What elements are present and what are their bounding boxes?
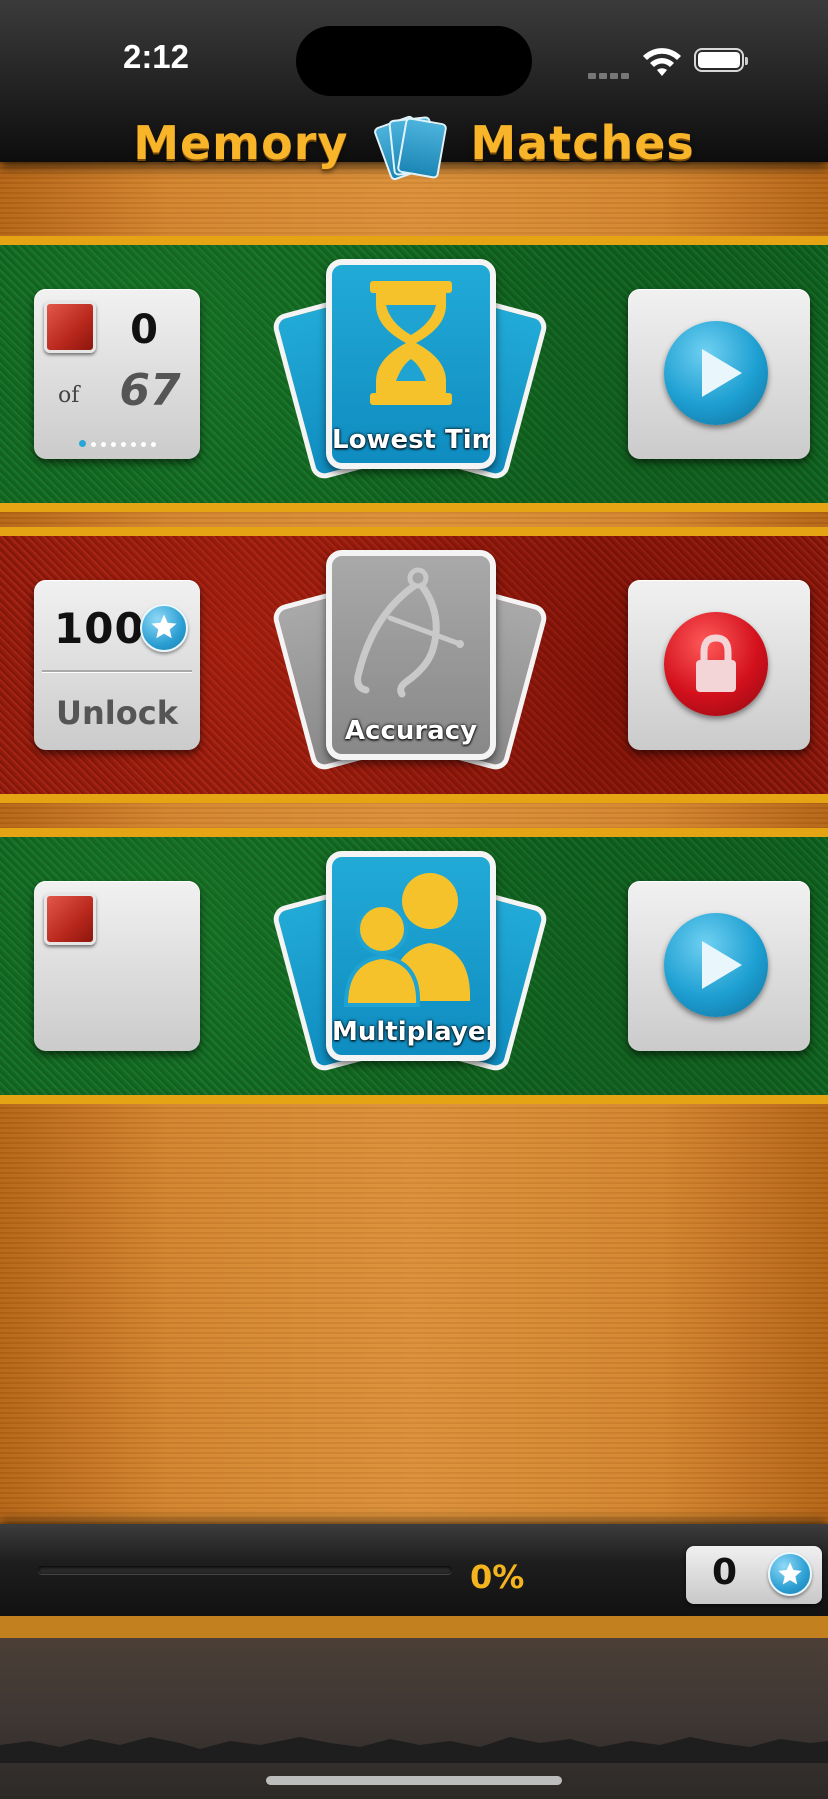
star-count: 0 (712, 1552, 738, 1593)
logo-text-memory: Memory (133, 116, 349, 170)
mode-row-lowest-time: 0 of 67 Lowest Time (0, 236, 828, 512)
page-dots (34, 439, 200, 447)
wifi-icon (643, 48, 681, 76)
locked-accuracy-button[interactable] (628, 580, 810, 750)
ad-banner-area (0, 1616, 828, 1799)
unlock-label: Unlock (56, 694, 178, 732)
cellular-signal-icon (588, 64, 632, 83)
mode-row-multiplayer: Multiplayer (0, 828, 828, 1104)
battery-icon (694, 48, 748, 72)
mode-label-lowest-time: Lowest Time (332, 425, 490, 455)
top-bar: 2:12 Memory Matches (0, 0, 828, 182)
star-icon (768, 1552, 812, 1596)
progress-bar-panel: 0% 0 (0, 1524, 828, 1616)
app-logo: Memory Matches (0, 108, 828, 182)
overall-progress-track (38, 1566, 452, 1574)
mode-label-multiplayer: Multiplayer (332, 1017, 496, 1047)
home-indicator[interactable] (266, 1776, 562, 1785)
logo-text-matches: Matches (470, 116, 695, 170)
star-icon (140, 604, 188, 652)
levels-completed: 0 (130, 307, 158, 353)
overall-progress-percent: 0% (470, 1558, 525, 1596)
play-icon (702, 941, 742, 989)
level-indicator-icon (44, 301, 96, 353)
levels-of-label: of (58, 383, 80, 408)
unlock-accuracy-button[interactable]: 100 Unlock (34, 580, 200, 750)
divider (42, 670, 192, 672)
mode-row-accuracy: 100 Unlock Accuracy (0, 527, 828, 803)
unlock-cost: 100 (54, 604, 145, 653)
level-progress-tile[interactable]: 0 of 67 (34, 289, 200, 459)
star-balance-button[interactable]: 0 (686, 1546, 822, 1604)
status-time: 2:12 (122, 38, 190, 75)
lock-icon (696, 634, 736, 692)
mode-label-accuracy: Accuracy (344, 716, 478, 746)
mode-card-multiplayer[interactable]: Multiplayer (270, 851, 550, 1079)
multiplayer-info-tile[interactable] (34, 881, 200, 1051)
dynamic-island (296, 26, 532, 96)
play-icon (702, 349, 742, 397)
play-lowest-time-button[interactable] (628, 289, 810, 459)
mode-card-lowest-time[interactable]: Lowest Time (270, 259, 550, 487)
levels-total: 67 (119, 365, 181, 416)
mode-card-accuracy[interactable]: Accuracy (270, 550, 550, 778)
cards-logo-icon (371, 108, 448, 182)
play-multiplayer-button[interactable] (628, 881, 810, 1051)
level-indicator-icon (44, 893, 96, 945)
skyline-decoration (0, 1737, 828, 1763)
